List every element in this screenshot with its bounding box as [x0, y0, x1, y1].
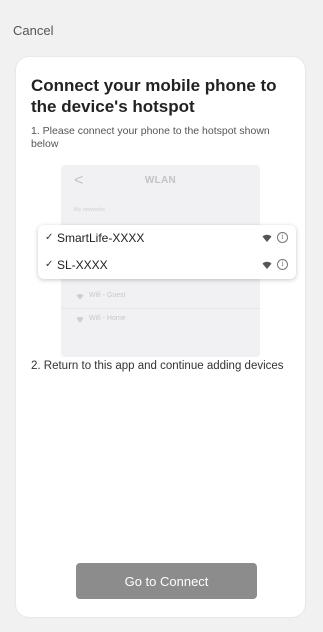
top-bar: Cancel [0, 0, 323, 50]
checkmark-icon: ✓ [45, 259, 54, 270]
wlan-header: < WLAN [61, 165, 260, 197]
hotspot-instructions-card: Connect your mobile phone to the device'… [16, 57, 305, 617]
info-icon: i [277, 232, 288, 243]
cancel-button[interactable]: Cancel [13, 23, 53, 38]
my-networks-label: My networks [74, 207, 105, 213]
network-row-smartlife: ✓ SmartLife-XXXX i [38, 225, 296, 252]
checkmark-icon: ✓ [45, 232, 54, 243]
wifi-icon [262, 261, 272, 269]
network-name: SL-XXXX [57, 258, 108, 272]
wifi-icon [76, 316, 84, 323]
wlan-title: WLAN [144, 175, 177, 186]
highlighted-networks-list: ✓ SmartLife-XXXX i ✓ SL-XXXX i [38, 225, 296, 279]
network-row-sl: ✓ SL-XXXX i [38, 252, 296, 279]
network-row-home: Wifi - Home [61, 309, 260, 331]
go-to-connect-button[interactable]: Go to Connect [76, 563, 257, 599]
network-name: Wifi - Home [89, 315, 126, 322]
wifi-icon [76, 293, 84, 300]
page-title: Connect your mobile phone to the device'… [31, 76, 277, 116]
network-row-guest: Wifi - Guest [61, 286, 260, 309]
step-1-text: 1. Please connect your phone to the hots… [31, 125, 270, 150]
network-name: SmartLife-XXXX [57, 231, 145, 245]
wifi-icon [262, 234, 272, 242]
info-icon: i [277, 259, 288, 270]
network-name: Wifi - Guest [89, 292, 126, 299]
step-2-text: 2. Return to this app and continue addin… [31, 360, 284, 372]
